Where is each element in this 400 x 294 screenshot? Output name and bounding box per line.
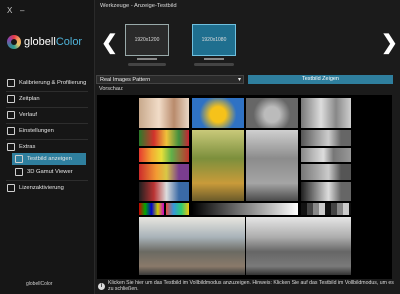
divider — [6, 107, 88, 108]
chevron-down-icon: ▾ — [237, 77, 241, 83]
clock-icon — [7, 95, 15, 103]
grayscale-ramp — [192, 203, 298, 215]
office-gray-photo — [246, 217, 351, 275]
grayscale-steps — [301, 203, 351, 215]
forest-photo — [192, 130, 244, 201]
pattern-dropdown[interactable]: Real Images Pattern ▾ — [96, 75, 244, 84]
sunflower-gray-photo — [246, 98, 298, 128]
history-icon — [7, 111, 15, 119]
preview-label: Vorschau: — [99, 86, 124, 92]
monitor-resolution: 1920x1080 — [201, 37, 227, 43]
sidebar-item-history[interactable]: Verlauf — [4, 109, 90, 121]
minimize-button[interactable]: – — [20, 6, 24, 15]
test-image-preview[interactable] — [97, 95, 392, 279]
monitor-name — [128, 63, 166, 66]
monitor-1[interactable]: 1920x1200 — [125, 24, 169, 56]
chevron-left-icon[interactable]: ❮ — [101, 30, 118, 55]
info-text: Klicken Sie hier um das Testbild im Voll… — [108, 280, 394, 292]
app-logo: globellColor — [24, 36, 83, 48]
sidebar-item-extras[interactable]: Extras — [4, 141, 90, 153]
sidebar-item-label: Lizenzaktivierung — [19, 185, 64, 191]
office-photo — [139, 217, 245, 275]
key-icon — [7, 184, 15, 192]
monitor-2[interactable]: 1920x1080 — [192, 24, 236, 56]
footer-logo: globellColor — [26, 281, 53, 287]
divider — [6, 180, 88, 181]
divider — [6, 123, 88, 124]
fruit-gray-photo — [301, 130, 351, 146]
divider — [6, 91, 88, 92]
sidebar-item-label: Testbild anzeigen — [27, 156, 72, 162]
monitor-name — [194, 63, 234, 66]
sidebar-item-schedule[interactable]: Zeitplan — [4, 93, 90, 105]
sidebar-item-label: Verlauf — [19, 112, 38, 118]
sidebar-item-label: Einstellungen — [19, 128, 54, 134]
tools-icon — [7, 143, 15, 151]
monitor-resolution: 1920x1200 — [134, 37, 160, 43]
sunflower-photo — [192, 98, 244, 128]
fruit-photo — [139, 130, 189, 146]
vegetables-gray-photo — [301, 148, 351, 162]
sidebar-item-calibration[interactable]: Kalibrierung & Profilierung — [4, 77, 90, 89]
info-icon: i — [98, 283, 105, 290]
color-bars — [139, 203, 164, 215]
color-swatches — [166, 203, 189, 215]
sidebar-item-settings[interactable]: Einstellungen — [4, 125, 90, 137]
monitor-stand — [137, 58, 157, 60]
divider — [6, 139, 88, 140]
logo-icon — [7, 35, 21, 49]
sidebar-item-license[interactable]: Lizenzaktivierung — [4, 182, 90, 194]
portrait-gray-photo — [301, 98, 351, 128]
sliders-icon — [7, 127, 15, 135]
sidebar-item-gamut-viewer[interactable]: 3D Gamut Viewer — [12, 166, 86, 178]
image-icon — [15, 155, 23, 163]
sidebar-item-label: Extras — [19, 144, 36, 150]
objects-gray-photo — [301, 182, 351, 201]
peppers-gray-photo — [301, 164, 351, 180]
show-testimage-button[interactable]: Testbild Zeigen — [248, 75, 393, 84]
forest-gray-photo — [246, 130, 298, 201]
vegetables-photo — [139, 148, 189, 162]
portrait-photo — [139, 98, 189, 128]
cube-icon — [15, 168, 23, 176]
close-button[interactable]: X — [7, 6, 12, 15]
chevron-right-icon[interactable]: ❯ — [381, 30, 398, 55]
calibration-icon — [7, 79, 15, 87]
peppers-photo — [139, 164, 189, 180]
page-title: Werkzeuge - Anzeige-Testbild — [100, 3, 177, 9]
objects-photo — [139, 182, 189, 201]
monitor-stand — [204, 58, 224, 60]
sidebar-item-label: Kalibrierung & Profilierung — [19, 80, 87, 86]
sidebar-item-testimage[interactable]: Testbild anzeigen — [12, 153, 86, 165]
sidebar-item-label: Zeitplan — [19, 96, 40, 102]
sidebar-item-label: 3D Gamut Viewer — [27, 169, 73, 175]
